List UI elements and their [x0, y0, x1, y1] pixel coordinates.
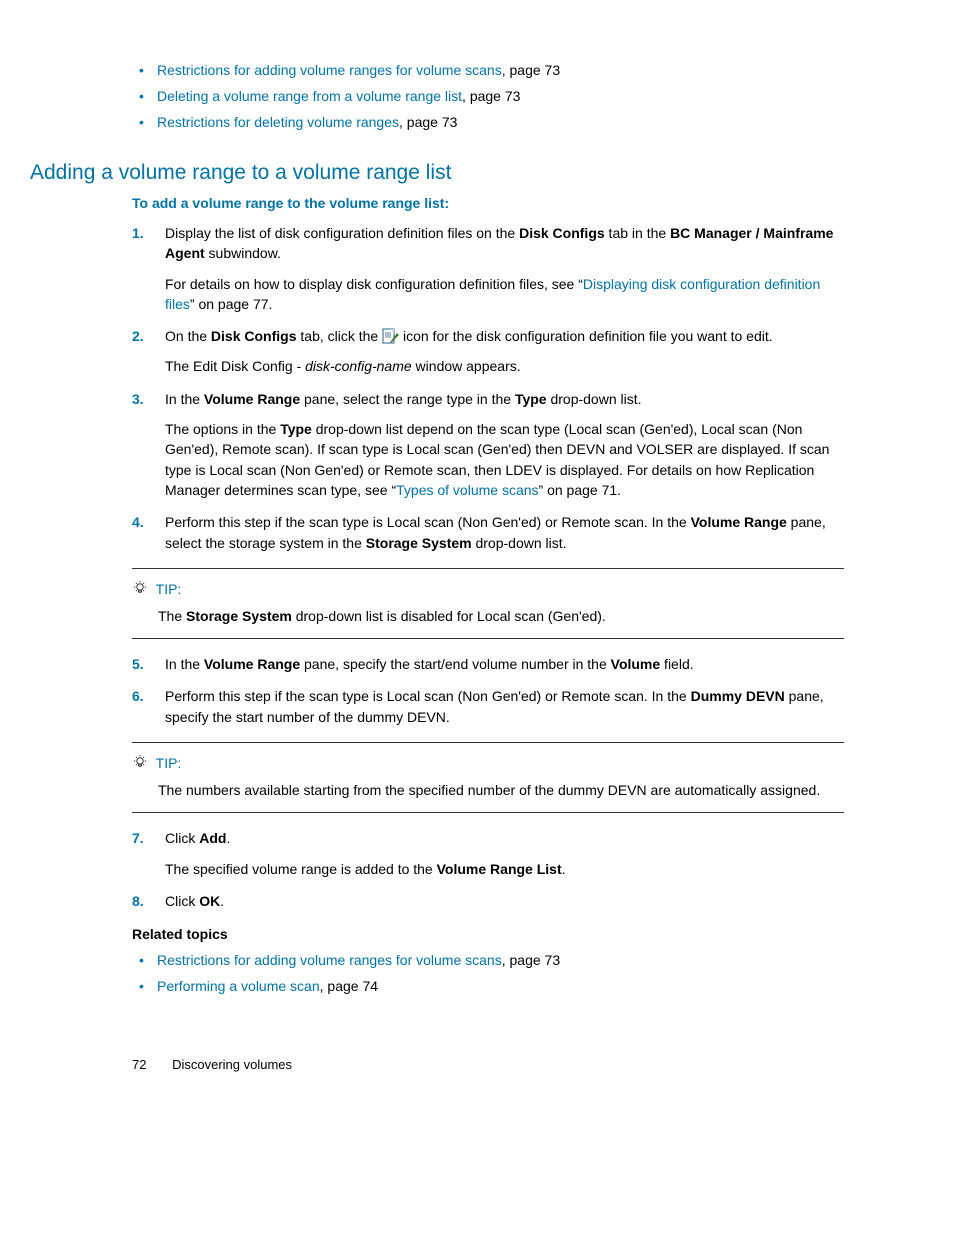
edit-icon [382, 327, 399, 344]
list-item: Performing a volume scan, page 74 [132, 976, 844, 997]
text: The Edit Disk Config - [165, 358, 305, 374]
text: tab, click the [297, 328, 383, 344]
link-related-restrictions[interactable]: Restrictions for adding volume ranges fo… [157, 952, 502, 968]
text: . [226, 830, 230, 846]
bold: Volume Range [204, 391, 300, 407]
procedure-steps-cont: In the Volume Range pane, specify the st… [132, 654, 844, 727]
tip-box-1: TIP: The Storage System drop-down list i… [132, 568, 844, 639]
text: The options in the [165, 421, 280, 437]
text: tab in the [605, 225, 670, 241]
related-bullet-list: Restrictions for adding volume ranges fo… [132, 950, 844, 997]
step-8: Click OK. [132, 891, 844, 911]
bold: Disk Configs [519, 225, 605, 241]
text: drop-down list. [472, 535, 567, 551]
text: For details on how to display disk confi… [165, 276, 583, 292]
section-heading: Adding a volume range to a volume range … [30, 161, 844, 185]
page-footer: 72 Discovering volumes [132, 1057, 844, 1072]
text: , page 74 [320, 978, 378, 994]
bold: Volume Range [691, 514, 787, 530]
text: In the [165, 656, 204, 672]
tip-box-2: TIP: The numbers available starting from… [132, 742, 844, 813]
list-item: Restrictions for adding volume ranges fo… [132, 60, 844, 81]
bold: Volume Range [204, 656, 300, 672]
intro-bullet-list: Restrictions for adding volume ranges fo… [132, 60, 844, 133]
bold: Type [280, 421, 312, 437]
lightbulb-icon [132, 580, 148, 601]
tip-body: The numbers available starting from the … [158, 780, 844, 800]
text: pane, select the range type in the [300, 391, 515, 407]
bold: Storage System [366, 535, 472, 551]
text: On the [165, 328, 211, 344]
link-related-performing-scan[interactable]: Performing a volume scan [157, 978, 320, 994]
tip-label: TIP: [156, 581, 182, 597]
text: The [158, 608, 186, 624]
text: pane, specify the start/end volume numbe… [300, 656, 611, 672]
text: icon for the disk configuration definiti… [403, 328, 773, 344]
bold: Disk Configs [211, 328, 297, 344]
section-name: Discovering volumes [172, 1057, 292, 1072]
text: The specified volume range is added to t… [165, 861, 437, 877]
bold: Dummy DEVN [691, 688, 785, 704]
list-item: Deleting a volume range from a volume ra… [132, 86, 844, 107]
list-item: Restrictions for adding volume ranges fo… [132, 950, 844, 971]
bold: Volume [611, 656, 661, 672]
step-4: Perform this step if the scan type is Lo… [132, 512, 844, 553]
procedure-intro: To add a volume range to the volume rang… [132, 195, 844, 211]
link-deleting-range[interactable]: Deleting a volume range from a volume ra… [157, 88, 462, 104]
italic: disk-config-name [305, 358, 412, 374]
text: Click [165, 893, 199, 909]
step-1: Display the list of disk configuration d… [132, 223, 844, 314]
link-types-of-volume-scans[interactable]: Types of volume scans [396, 482, 538, 498]
text: drop-down list is disabled for Local sca… [292, 608, 606, 624]
link-restrictions-deleting[interactable]: Restrictions for deleting volume ranges [157, 114, 399, 130]
link-restrictions-adding[interactable]: Restrictions for adding volume ranges fo… [157, 62, 502, 78]
procedure-steps-cont2: Click Add. The specified volume range is… [132, 828, 844, 911]
bold: Storage System [186, 608, 292, 624]
lightbulb-icon [132, 754, 148, 775]
text: , page 73 [399, 114, 457, 130]
bold: Type [515, 391, 547, 407]
page-number: 72 [132, 1057, 146, 1072]
step-3: In the Volume Range pane, select the ran… [132, 389, 844, 500]
tip-label: TIP: [156, 755, 182, 771]
step-6: Perform this step if the scan type is Lo… [132, 686, 844, 727]
text: . [562, 861, 566, 877]
text: subwindow. [205, 245, 281, 261]
text: , page 73 [502, 952, 560, 968]
related-topics-heading: Related topics [132, 926, 844, 942]
text: ” on page 77. [190, 296, 273, 312]
text: , page 73 [502, 62, 560, 78]
text: Perform this step if the scan type is Lo… [165, 688, 691, 704]
step-5: In the Volume Range pane, specify the st… [132, 654, 844, 674]
text: Perform this step if the scan type is Lo… [165, 514, 691, 530]
text: window appears. [412, 358, 521, 374]
step-7: Click Add. The specified volume range is… [132, 828, 844, 879]
text: In the [165, 391, 204, 407]
step-2: On the Disk Configs tab, click the icon … [132, 326, 844, 377]
bold: OK [199, 893, 220, 909]
text: , page 73 [462, 88, 520, 104]
bold: Add [199, 830, 226, 846]
text: drop-down list. [547, 391, 642, 407]
bold: Volume Range List [437, 861, 562, 877]
text: Click [165, 830, 199, 846]
text: Display the list of disk configuration d… [165, 225, 519, 241]
list-item: Restrictions for deleting volume ranges,… [132, 112, 844, 133]
procedure-steps: Display the list of disk configuration d… [132, 223, 844, 553]
text: field. [660, 656, 693, 672]
text: ” on page 71. [539, 482, 622, 498]
text: . [220, 893, 224, 909]
